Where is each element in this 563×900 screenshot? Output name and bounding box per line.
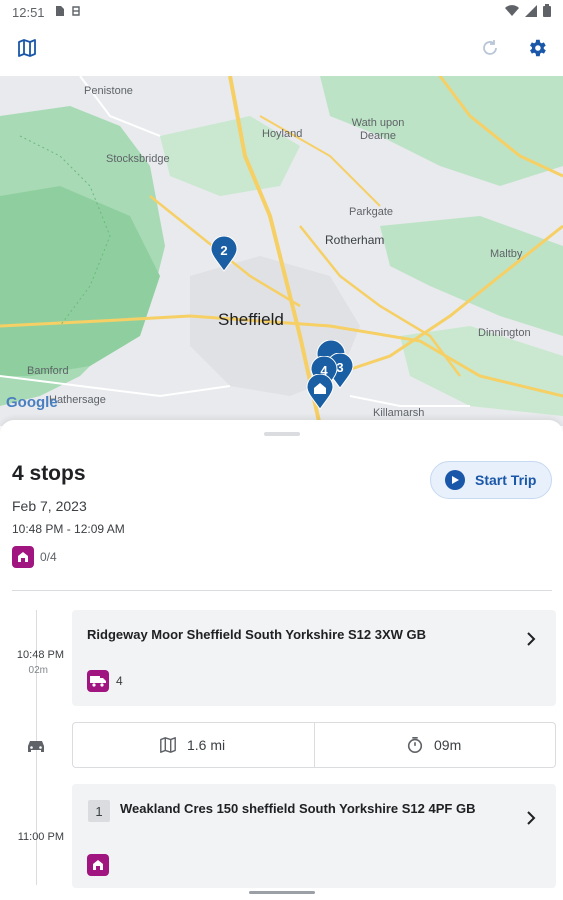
refresh-icon — [480, 38, 500, 63]
stop-card[interactable]: Ridgeway Moor Sheffield South Yorkshire … — [72, 610, 556, 706]
map-marker-label: 2 — [220, 243, 228, 258]
battery-icon — [543, 4, 551, 20]
divider — [12, 590, 552, 591]
map-marker-2[interactable]: 2 — [210, 235, 238, 272]
stop-card[interactable]: Weakland Cres 150 sheffield South Yorksh… — [72, 784, 556, 888]
storage-icon — [71, 5, 81, 20]
chevron-right-icon — [522, 809, 540, 827]
map-label-bamford: Bamford — [27, 365, 69, 377]
drive-duration-value: 09m — [434, 737, 462, 753]
wifi-icon — [505, 4, 519, 20]
map-label-stocksbridge: Stocksbridge — [106, 153, 170, 165]
drive-info-row: 1.6 mi 09m — [72, 722, 556, 768]
map-label-sheffield: Sheffield — [218, 310, 284, 329]
status-time: 12:51 — [12, 4, 45, 20]
stop-address: Ridgeway Moor Sheffield South Yorkshire … — [87, 627, 427, 642]
gesture-nav-bar[interactable] — [249, 891, 315, 894]
trip-time-range: 10:48 PM - 12:09 AM — [12, 522, 125, 536]
stopwatch-icon — [406, 736, 424, 754]
stop-number: 1 — [88, 800, 110, 822]
drive-distance-value: 1.6 mi — [187, 737, 226, 753]
trip-date: Feb 7, 2023 — [12, 498, 87, 514]
gear-icon — [526, 37, 548, 64]
map-label-hoyland: Hoyland — [262, 128, 303, 140]
trip-title: 4 stops — [12, 462, 86, 485]
drag-handle[interactable] — [264, 432, 300, 436]
start-trip-label: Start Trip — [475, 472, 537, 488]
map-label-penistone: Penistone — [84, 85, 133, 97]
drive-distance: 1.6 mi — [159, 723, 225, 767]
stop-package-count: 4 — [116, 674, 123, 688]
stop-address: Weakland Cres 150 sheffield South Yorksh… — [120, 801, 476, 816]
refresh-button[interactable] — [476, 36, 504, 64]
drive-duration: 09m — [406, 723, 461, 767]
truck-icon — [87, 670, 109, 692]
map-label-wath: Wath upon Dearne — [351, 117, 405, 142]
status-bar: 12:51 — [0, 0, 563, 24]
trip-sheet: 4 stops Feb 7, 2023 10:48 PM - 12:09 AM … — [0, 420, 563, 900]
map-label-rotherham: Rotherham — [325, 233, 385, 247]
stop-time: 11:00 PM — [17, 831, 64, 843]
map-label-killamarsh: Killamarsh — [373, 407, 425, 419]
trip-progress: 0/4 — [40, 550, 57, 564]
map-icon — [159, 736, 177, 754]
signal-icon — [525, 4, 537, 20]
google-attribution: Google — [6, 394, 58, 411]
map-marker-home[interactable] — [306, 373, 334, 410]
play-icon — [445, 470, 465, 490]
start-trip-button[interactable]: Start Trip — [430, 461, 552, 499]
delivery-badge-icon — [87, 854, 109, 876]
delivery-badge-icon — [12, 546, 34, 568]
map-label-parkgate: Parkgate — [349, 206, 394, 218]
app-bar — [0, 24, 563, 76]
stop-duration: 02m — [28, 665, 48, 676]
sim-icon — [55, 5, 65, 20]
stop-time: 10:48 PM — [16, 649, 64, 661]
map-label-dinnington: Dinnington — [478, 327, 531, 339]
route-map[interactable]: Penistone Stocksbridge Hoyland Wath upon… — [0, 76, 563, 426]
map-icon — [17, 38, 37, 63]
settings-button[interactable] — [523, 36, 551, 64]
car-icon — [26, 738, 46, 754]
chevron-right-icon — [522, 630, 540, 648]
map-label-maltby: Maltby — [490, 248, 523, 260]
map-view-button[interactable] — [13, 36, 41, 64]
drive-divider — [314, 723, 315, 767]
